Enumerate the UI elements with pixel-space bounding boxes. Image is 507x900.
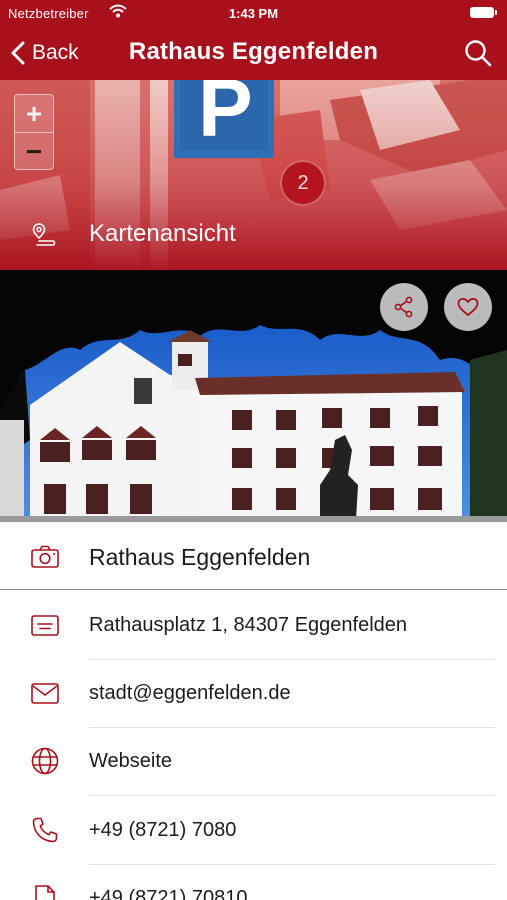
navigation-bar: Back Rathaus Eggenfelden xyxy=(0,28,507,80)
zoom-control: + − xyxy=(14,94,54,170)
back-button[interactable]: Back xyxy=(10,38,79,68)
address-card-icon xyxy=(31,615,59,636)
phone-number[interactable]: +49 (8721) 7080 xyxy=(89,819,236,842)
location-pin-icon xyxy=(32,223,56,246)
town-hall-photo[interactable] xyxy=(0,270,507,522)
phone-row[interactable]: +49 (8721) 7080 xyxy=(0,797,507,865)
fax-document-icon xyxy=(35,885,55,900)
email-row[interactable]: stadt@eggenfelden.de xyxy=(0,660,507,728)
heart-icon xyxy=(457,297,479,316)
town-hall-image xyxy=(0,270,507,522)
zoom-in-button[interactable]: + xyxy=(15,95,53,133)
favorite-button[interactable] xyxy=(444,283,492,331)
row-divider xyxy=(89,795,495,796)
search-icon[interactable] xyxy=(463,38,493,68)
share-button[interactable] xyxy=(380,283,428,331)
parking-sign: P xyxy=(198,80,253,154)
fax-number: +49 (8721) 70810 xyxy=(89,887,248,900)
back-label: Back xyxy=(32,41,79,64)
share-icon xyxy=(394,296,413,318)
globe-icon xyxy=(31,747,59,775)
camera-icon xyxy=(31,545,59,568)
battery-icon xyxy=(470,7,497,18)
envelope-icon xyxy=(31,683,59,704)
map-view-label: Kartenansicht xyxy=(89,220,236,247)
map-view-button[interactable]: Kartenansicht xyxy=(0,208,507,264)
zoom-out-button[interactable]: − xyxy=(15,133,53,169)
map-cluster-marker[interactable]: 2 xyxy=(282,162,324,204)
top-header: Netzbetreiber 1:43 PM Back Rathaus Eggen… xyxy=(0,0,507,80)
address-row[interactable]: Rathausplatz 1, 84307 Eggenfelden xyxy=(0,592,507,660)
website-link[interactable]: Webseite xyxy=(89,750,172,773)
website-row[interactable]: Webseite xyxy=(0,728,507,796)
phone-icon xyxy=(32,817,58,843)
fax-row[interactable]: +49 (8721) 70810 xyxy=(0,865,507,900)
chevron-left-icon xyxy=(11,41,25,65)
detail-title-row: Rathaus Eggenfelden xyxy=(0,522,507,590)
map-preview[interactable]: P + − 2 Kartenansicht xyxy=(0,80,507,270)
detail-name: Rathaus Eggenfelden xyxy=(89,544,311,570)
clock: 1:43 PM xyxy=(228,6,279,21)
status-bar: Netzbetreiber 1:43 PM xyxy=(0,0,507,28)
address-text: Rathausplatz 1, 84307 Eggenfelden xyxy=(89,614,408,636)
email-link[interactable]: stadt@eggenfelden.de xyxy=(89,682,291,705)
